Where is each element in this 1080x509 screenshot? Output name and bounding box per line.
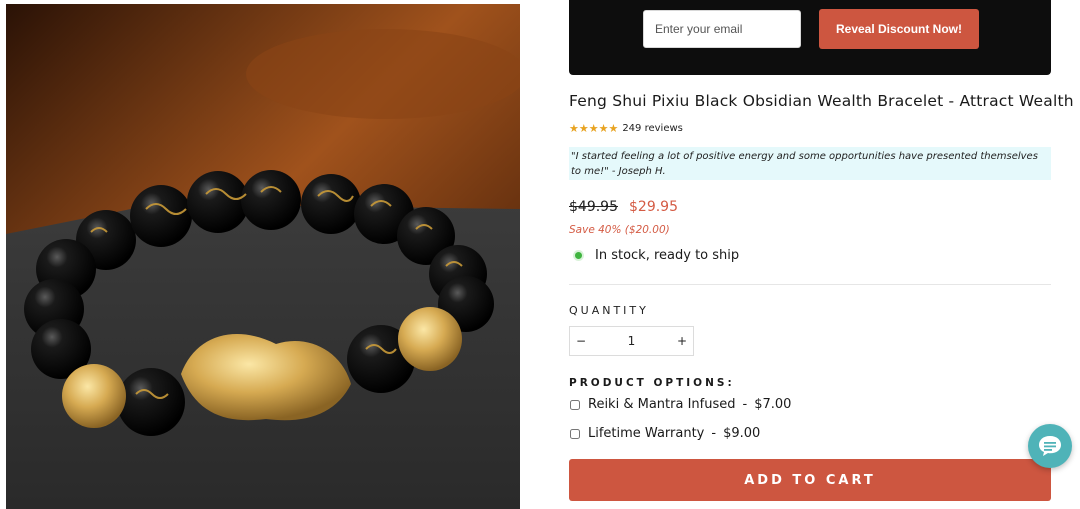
testimonial-quote: "I started feeling a lot of positive ene…: [569, 147, 1051, 180]
chat-bubble-icon: [1039, 436, 1061, 456]
option-checkbox[interactable]: [570, 399, 580, 410]
stock-status: In stock, ready to ship: [569, 248, 739, 263]
product-image[interactable]: [6, 4, 520, 509]
option-price: $9.00: [723, 426, 761, 441]
review-count[interactable]: 249 reviews: [622, 123, 683, 134]
email-input[interactable]: [643, 10, 801, 48]
quantity-decrease-button[interactable]: −: [570, 334, 592, 348]
product-rating[interactable]: ★★★★★ 249 reviews: [569, 122, 683, 135]
stock-text: In stock, ready to ship: [595, 248, 740, 263]
email-signup-banner: Reveal Discount Now!: [569, 0, 1051, 75]
option-name: Reiki & Mantra Infused: [588, 397, 736, 412]
quantity-increase-button[interactable]: +: [671, 334, 693, 348]
quantity-label: QUANTITY: [569, 304, 649, 317]
status-dot-icon: [575, 252, 582, 259]
savings-text: Save 40% ($20.00): [569, 224, 670, 236]
chat-widget-button[interactable]: [1028, 424, 1072, 468]
product-options-label: PRODUCT OPTIONS:: [569, 377, 735, 389]
compare-price: $49.95: [569, 199, 618, 215]
quantity-value[interactable]: 1: [592, 334, 671, 348]
add-to-cart-button[interactable]: ADD TO CART: [569, 459, 1051, 501]
bracelet-illustration: [6, 4, 520, 509]
option-separator: -: [711, 426, 717, 441]
option-checkbox[interactable]: [570, 428, 580, 439]
option-separator: -: [742, 397, 748, 412]
price-row: $49.95 $29.95: [569, 199, 678, 215]
option-reiki-mantra[interactable]: Reiki & Mantra Infused - $7.00: [569, 397, 791, 412]
reveal-discount-button[interactable]: Reveal Discount Now!: [819, 9, 979, 49]
option-lifetime-warranty[interactable]: Lifetime Warranty - $9.00: [569, 426, 760, 441]
divider: [569, 284, 1051, 285]
rating-stars-icon: ★★★★★: [569, 122, 619, 135]
option-name: Lifetime Warranty: [588, 426, 705, 441]
sale-price: $29.95: [629, 199, 678, 215]
product-title: Feng Shui Pixiu Black Obsidian Wealth Br…: [569, 92, 1074, 110]
option-price: $7.00: [754, 397, 792, 412]
quantity-stepper: − 1 +: [569, 326, 694, 356]
